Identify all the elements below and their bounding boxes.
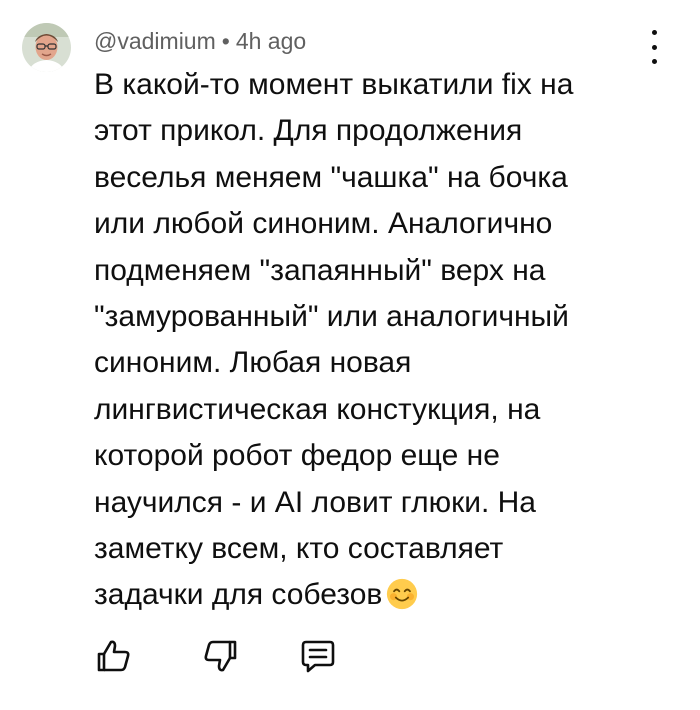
comment-line: этот прикол. Для продолжения	[94, 114, 523, 148]
comment: @vadimium • 4h ago В какой-то момент выкат…	[0, 0, 700, 710]
menu-dot	[651, 44, 657, 50]
comment-line: В какой-то момент выкатили fix на	[94, 68, 574, 101]
comment-line: задачки для собезов	[94, 578, 383, 612]
smiling-face-emoji	[386, 578, 418, 624]
comment-timestamp[interactable]: 4h ago	[236, 28, 306, 54]
comment-line-last: задачки для собезов	[94, 572, 614, 624]
comment-line: или любой синоним. Аналогично	[94, 207, 553, 241]
avatar-photo	[22, 23, 71, 72]
comment-line: которой робот федор еще не	[94, 439, 500, 473]
comment-line: научился - и AI ловит глюки. На	[94, 485, 536, 519]
like-button[interactable]	[94, 636, 134, 676]
thumbs-down-icon	[204, 640, 237, 672]
menu-dot	[651, 30, 657, 35]
thumbs-up-icon	[97, 640, 130, 672]
comment-text: В какой-то момент выкатили fix на этот п…	[94, 62, 614, 625]
more-vert-icon[interactable]	[640, 30, 668, 64]
comment-line: подменяем "запаянный" верх на	[94, 253, 546, 287]
comment-line: синоним. Любая новая	[94, 346, 412, 380]
reply-button[interactable]	[298, 636, 338, 676]
comment-line: веселья меняем "чашка" на бочка	[94, 160, 568, 194]
comment-line: заметку всем, кто составляет	[94, 532, 504, 566]
comment-line: "замурованный" или аналогичный	[94, 300, 569, 334]
meta-separator: •	[221, 28, 230, 54]
author-name[interactable]: @vadimium	[94, 28, 216, 54]
menu-dot	[651, 59, 657, 64]
reply-comment-icon	[301, 640, 335, 673]
comment-meta: @vadimium • 4h ago	[94, 26, 306, 56]
avatar[interactable]	[22, 23, 71, 72]
comment-line: лингвистическая констукция, на	[94, 392, 541, 426]
dislike-button[interactable]	[200, 636, 240, 676]
